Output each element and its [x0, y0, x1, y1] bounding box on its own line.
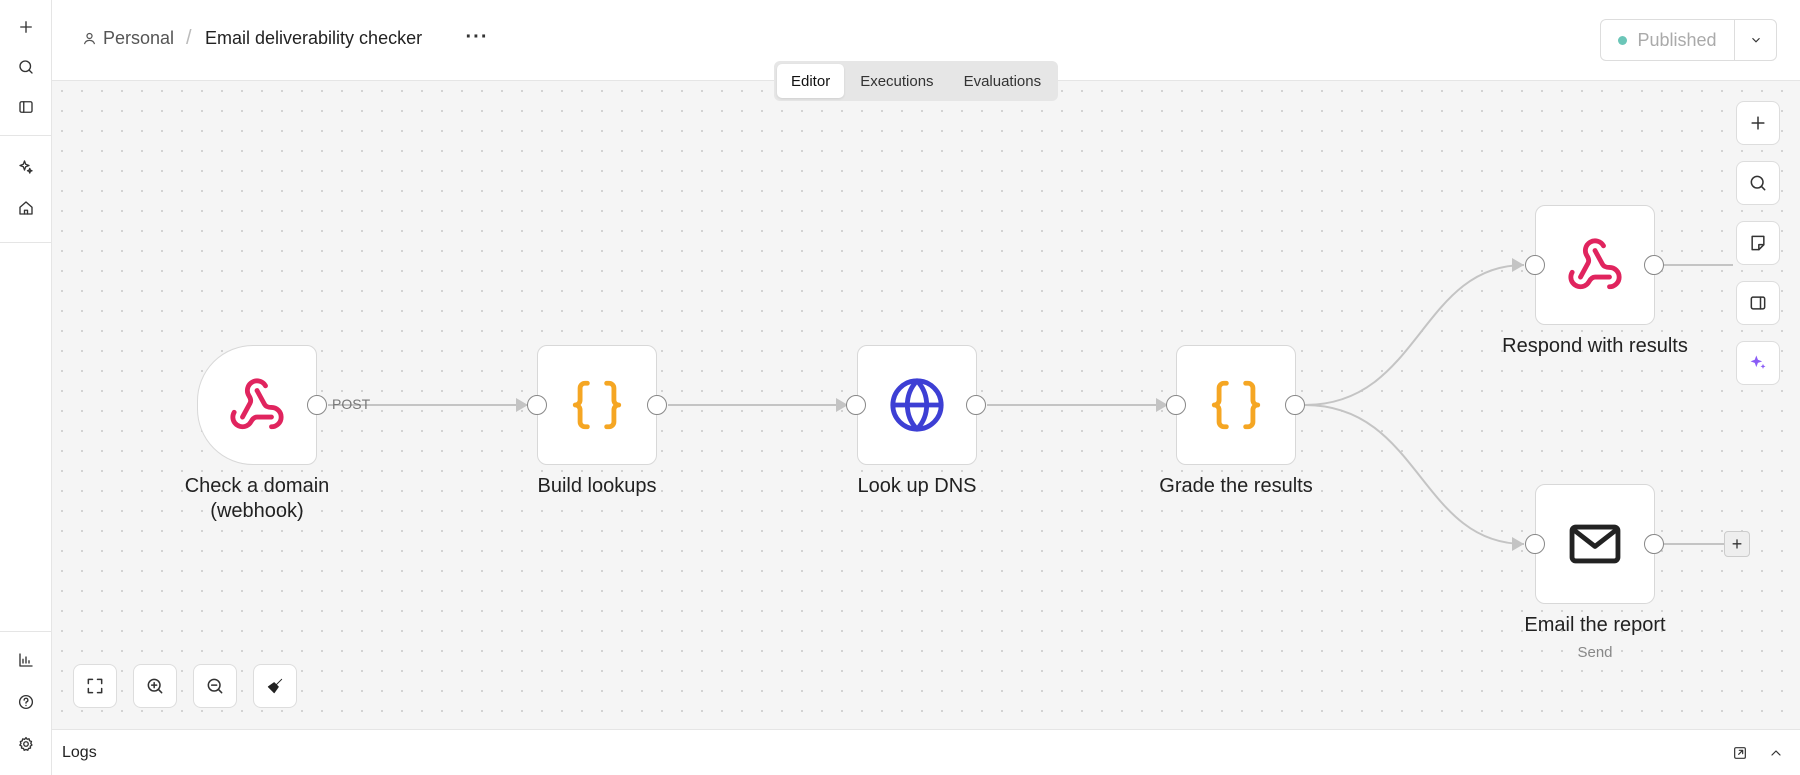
published-button[interactable]: Published [1601, 20, 1734, 60]
output-handle[interactable] [307, 395, 327, 415]
add-icon[interactable] [10, 11, 42, 43]
sticky-note-icon [1751, 235, 1765, 251]
node-look-up-dns[interactable] [857, 345, 977, 465]
output-handle[interactable] [1644, 255, 1664, 275]
insights-chart-icon[interactable] [10, 644, 42, 676]
publish-control: Published [1600, 19, 1777, 61]
output-handle[interactable] [1644, 534, 1664, 554]
ai-sparkle-icon[interactable] [10, 151, 42, 183]
search-nodes-button[interactable] [1736, 161, 1780, 205]
panel-right-icon [1750, 296, 1766, 310]
input-handle[interactable] [527, 395, 547, 415]
fit-view-button[interactable] [73, 664, 117, 708]
settings-gear-icon[interactable] [10, 728, 42, 760]
search-icon[interactable] [10, 51, 42, 83]
code-braces-icon [1211, 380, 1261, 430]
breadcrumb-separator: / [186, 27, 192, 49]
node-build-lookups[interactable] [537, 345, 657, 465]
node-grade-results[interactable] [1176, 345, 1296, 465]
input-handle[interactable] [1525, 534, 1545, 554]
open-logs-window-button[interactable] [1728, 741, 1752, 765]
view-tabs: Editor Executions Evaluations [774, 61, 1059, 101]
workflow-title-label: Email deliverability checker [205, 28, 423, 48]
tab-evaluations[interactable]: Evaluations [950, 64, 1056, 98]
node-email-the-report[interactable] [1535, 484, 1655, 604]
node-label-look-up-dns: Look up DNS [857, 475, 977, 497]
zoom-in-button[interactable] [133, 664, 177, 708]
node-label-line: (webhook) [210, 500, 304, 522]
logs-panel-bar[interactable]: Logs [52, 729, 1800, 775]
node-check-domain-webhook[interactable] [197, 345, 317, 465]
user-icon [83, 32, 96, 45]
node-label-respond-with-results: Respond with results [1502, 335, 1688, 357]
sidebar-toggle-icon[interactable] [10, 91, 42, 123]
ai-assistant-button[interactable] [1736, 341, 1780, 385]
zoom-out-icon [207, 678, 223, 694]
rail-divider [0, 242, 52, 243]
node-label-line: Check a domain [184, 475, 330, 497]
breadcrumb-project-label: Personal [103, 28, 175, 48]
tidy-up-button[interactable] [253, 664, 297, 708]
published-label: Published [1637, 29, 1717, 50]
add-sticky-note-button[interactable] [1736, 221, 1780, 265]
globe-icon [890, 378, 944, 432]
node-label-grade-results: Grade the results [1159, 475, 1313, 497]
left-sidebar [0, 0, 52, 775]
chevron-down-icon [1751, 37, 1760, 43]
publish-dropdown-button[interactable] [1734, 20, 1776, 60]
edge-label-post: POST [332, 396, 371, 412]
input-handle[interactable] [1166, 395, 1186, 415]
input-handle[interactable] [1525, 255, 1545, 275]
expand-logs-button[interactable] [1764, 741, 1788, 765]
tab-editor[interactable]: Editor [777, 64, 845, 98]
webhook-icon [1568, 238, 1622, 290]
node-label-check-domain: Check a domain (webhook) [157, 474, 357, 524]
envelope-icon [1569, 524, 1621, 564]
webhook-icon [230, 378, 284, 430]
output-handle[interactable] [1285, 395, 1305, 415]
input-handle[interactable] [846, 395, 866, 415]
tab-executions[interactable]: Executions [846, 64, 947, 98]
more-options-button[interactable]: ··· [462, 22, 492, 52]
broom-icon [267, 678, 283, 694]
workflow-title[interactable]: Email deliverability checker [205, 28, 422, 49]
code-braces-icon [572, 380, 622, 430]
ai-sparkle-icon [1750, 355, 1766, 369]
output-handle[interactable] [966, 395, 986, 415]
pop-out-icon [1734, 747, 1746, 759]
toggle-panel-button[interactable] [1736, 281, 1780, 325]
rail-divider [0, 631, 52, 632]
add-next-node-button[interactable]: + [1724, 531, 1750, 557]
plus-icon [1751, 116, 1765, 130]
fullscreen-icon [87, 678, 103, 694]
node-sublabel-send: Send [1577, 644, 1613, 661]
search-icon [1750, 175, 1766, 191]
help-icon[interactable] [10, 686, 42, 718]
zoom-in-icon [147, 678, 163, 694]
chevron-up-icon [1771, 750, 1781, 756]
add-node-button[interactable] [1736, 101, 1780, 145]
output-handle[interactable] [647, 395, 667, 415]
rail-divider [0, 135, 52, 136]
logs-title: Logs [62, 744, 97, 761]
published-status-dot [1618, 35, 1628, 45]
breadcrumb-project[interactable]: Personal [82, 28, 174, 49]
home-icon[interactable] [10, 192, 42, 224]
zoom-out-button[interactable] [193, 664, 237, 708]
node-label-build-lookups: Build lookups [537, 475, 657, 497]
node-label-email-the-report: Email the report [1524, 614, 1666, 636]
node-respond-with-results[interactable] [1535, 205, 1655, 325]
